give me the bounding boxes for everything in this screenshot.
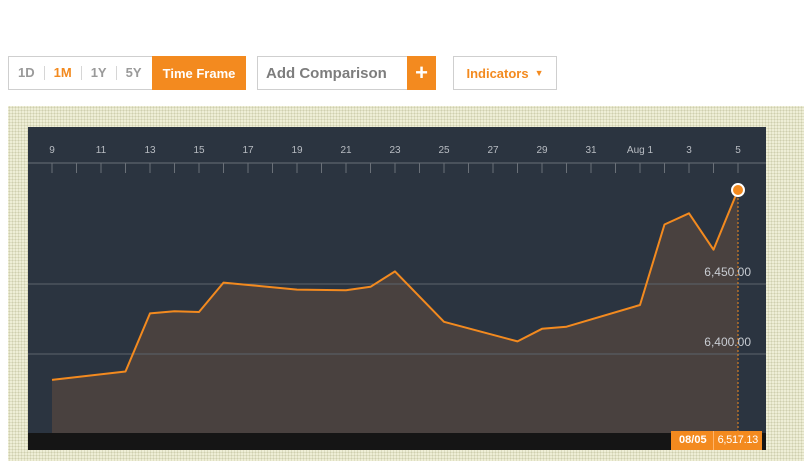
range-5y-button[interactable]: 5Y (117, 66, 151, 80)
series-area (52, 190, 738, 433)
chevron-down-icon: ▼ (534, 68, 544, 78)
area-layer (52, 190, 738, 433)
x-tick-label: 31 (585, 145, 597, 156)
y-tick-label: 6,400.00 (704, 335, 751, 349)
crosshair-tooltip: 08/05 6,517.13 (671, 431, 762, 450)
x-tick-label: 27 (487, 145, 499, 156)
time-frame-button[interactable]: Time Frame (152, 56, 246, 90)
x-tick-label: 9 (49, 145, 55, 156)
add-comparison-input[interactable] (258, 57, 406, 89)
plus-icon: + (415, 60, 428, 85)
x-tick-label: Aug 1 (627, 145, 654, 156)
indicators-label: Indicators (466, 65, 529, 81)
x-tick-label: 29 (536, 145, 548, 156)
indicators-dropdown[interactable]: Indicators ▼ (453, 56, 557, 90)
x-tick-label: 17 (242, 145, 254, 156)
y-tick-label: 6,450.00 (704, 265, 751, 279)
price-chart[interactable]: 9 11 13 15 17 19 21 23 25 27 29 31 Aug 1 3 5 6,450.00 6… (28, 127, 766, 450)
add-comparison-control: + (257, 56, 436, 90)
x-axis: 9 11 13 15 17 19 21 23 25 27 29 31 Aug 1 3 5 (28, 145, 766, 173)
x-tick-label: 5 (735, 145, 741, 156)
range-selector: 1D 1M 1Y 5Y Time Frame (8, 56, 246, 90)
tooltip-date: 08/05 (671, 431, 713, 450)
tooltip-value: 6,517.13 (712, 431, 762, 450)
range-1d-button[interactable]: 1D (9, 66, 45, 80)
last-point-marker (731, 183, 745, 198)
x-tick-label: 15 (193, 145, 205, 156)
x-tick-label: 23 (389, 145, 401, 156)
x-tick-label: 19 (291, 145, 303, 156)
chart-svg: 9 11 13 15 17 19 21 23 25 27 29 31 Aug 1 3 5 6,450.00 6… (28, 145, 766, 433)
range-1y-button[interactable]: 1Y (82, 66, 117, 80)
x-tick-label: 13 (144, 145, 156, 156)
x-tick-label: 11 (96, 145, 107, 156)
chart-bottom-strip (28, 433, 766, 450)
chart-frame: 9 11 13 15 17 19 21 23 25 27 29 31 Aug 1 3 5 6,450.00 6… (8, 106, 804, 461)
add-comparison-button[interactable]: + (407, 56, 436, 90)
x-tick-label: 21 (340, 145, 352, 156)
x-tick-label: 25 (438, 145, 450, 156)
range-1m-button[interactable]: 1M (45, 66, 82, 80)
x-tick-label: 3 (686, 145, 692, 156)
